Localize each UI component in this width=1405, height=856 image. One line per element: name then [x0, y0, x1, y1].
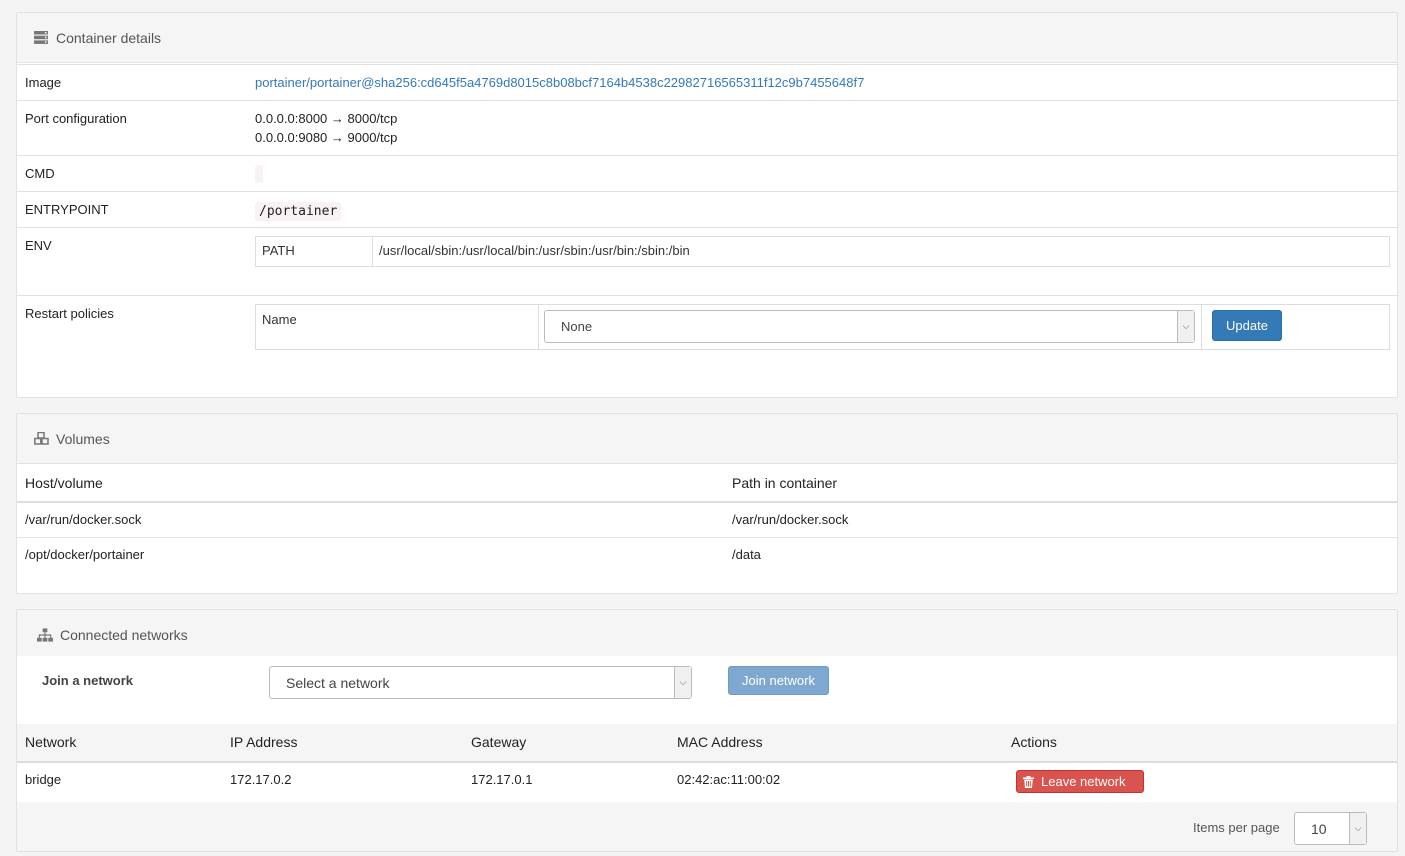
env-label: ENV: [25, 238, 52, 253]
ip-address: 172.17.0.2: [230, 772, 292, 787]
network-link[interactable]: bridge: [25, 772, 61, 787]
cubes-icon: [33, 432, 49, 446]
restart-table: Name None ⌵ Update: [255, 304, 1390, 350]
row-ports: Port configuration 0.0.0.0:8000 → 8000/t…: [17, 100, 1397, 155]
container-path: /data: [732, 547, 761, 562]
panel-title: Container details: [56, 29, 162, 46]
network-select-placeholder: Select a network: [286, 674, 390, 691]
host-volume: /var/run/docker.sock: [25, 512, 142, 527]
cmd-value: [255, 165, 263, 183]
volumes-header: Volumes: [17, 414, 1397, 464]
restart-select-cell: None ⌵: [539, 305, 1202, 349]
header-divider: [17, 501, 1397, 503]
cmd-label: CMD: [25, 166, 55, 181]
header-divider: [17, 761, 1397, 763]
restart-selected-value: None: [561, 319, 593, 334]
restart-name-label: Name: [256, 305, 539, 349]
leave-network-button[interactable]: Leave network: [1016, 770, 1144, 793]
env-table: PATH /usr/local/sbin:/usr/local/bin:/usr…: [255, 236, 1390, 267]
join-network-label: Join a network: [42, 673, 134, 688]
row-entrypoint: ENTRYPOINT /portainer: [17, 191, 1397, 227]
panel-title: Connected networks: [60, 627, 188, 643]
image-label: Image: [25, 75, 62, 90]
ports-label: Port configuration: [25, 111, 127, 126]
row-image: Image portainer/portainer@sha256:cd645f5…: [17, 64, 1397, 100]
join-network-form: Join a network Select a network ⌵ Join n…: [17, 656, 1397, 724]
row-divider: [17, 537, 1397, 538]
container-details-panel: Container details Image portainer/portai…: [16, 12, 1398, 398]
container-path: /var/run/docker.sock: [732, 512, 849, 527]
col-gateway: Gateway: [471, 734, 527, 750]
image-link[interactable]: portainer/portainer@sha256:cd645f5a4769d…: [255, 75, 864, 90]
entrypoint-label: ENTRYPOINT: [25, 202, 109, 217]
chevron-down-icon: ⌵: [1349, 813, 1366, 844]
networks-table: Network IP Address Gateway MAC Address A…: [17, 724, 1397, 802]
server-icon: [33, 31, 49, 45]
col-host-volume: Host/volume: [25, 475, 103, 491]
row-cmd: CMD: [17, 155, 1397, 191]
env-key: PATH: [256, 237, 373, 266]
chevron-down-icon: ⌵: [1177, 311, 1194, 342]
entrypoint-value: /portainer: [255, 202, 342, 221]
restart-policy-select[interactable]: None ⌵: [544, 310, 1195, 343]
networks-panel: Connected networks Join a network Select…: [16, 609, 1398, 852]
col-ip-address: IP Address: [230, 734, 298, 750]
leave-network-label: Leave network: [1041, 774, 1126, 789]
join-network-button[interactable]: Join network: [728, 666, 829, 695]
panel-title: Volumes: [56, 430, 110, 447]
items-per-page-select[interactable]: 10 ⌵: [1294, 812, 1367, 845]
mac-address: 02:42:ac:11:00:02: [677, 772, 781, 787]
host-volume: /opt/docker/portainer: [25, 547, 145, 562]
items-per-page-label: Items per page: [1193, 820, 1280, 835]
items-per-page-value: 10: [1311, 820, 1327, 837]
row-env: ENV PATH /usr/local/sbin:/usr/local/bin:…: [17, 227, 1397, 295]
trash-icon: [1023, 775, 1034, 788]
update-button[interactable]: Update: [1212, 310, 1282, 341]
networks-header: Connected networks: [17, 610, 1397, 660]
gateway: 172.17.0.1: [471, 772, 533, 787]
chevron-down-icon: ⌵: [674, 667, 691, 698]
row-restart: Restart policies Name None ⌵ Update: [17, 295, 1397, 398]
col-mac-address: MAC Address: [677, 734, 763, 750]
sitemap-icon: [37, 628, 53, 642]
container-details-header: Container details: [17, 13, 1397, 63]
env-value: /usr/local/sbin:/usr/local/bin:/usr/sbin…: [379, 243, 690, 258]
update-cell: Update: [1202, 305, 1389, 349]
restart-label: Restart policies: [25, 306, 114, 321]
network-select[interactable]: Select a network ⌵: [269, 666, 692, 699]
port-mapping: 0.0.0.0:8000 → 8000/tcp: [255, 111, 398, 126]
volumes-panel: Volumes Host/volume Path in container /v…: [16, 413, 1398, 594]
col-network: Network: [25, 734, 77, 750]
col-path-in-container: Path in container: [732, 475, 838, 491]
col-actions: Actions: [1011, 734, 1057, 750]
port-mapping: 0.0.0.0:9080 → 9000/tcp: [255, 130, 398, 145]
